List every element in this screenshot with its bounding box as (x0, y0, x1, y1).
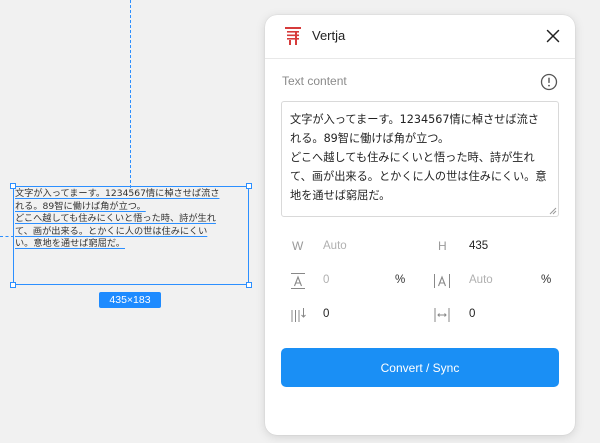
frame-text-line: 文字が入ってまーす。1234567情に棹させば流さ (15, 188, 220, 199)
vertical-guide-line (130, 0, 131, 188)
resize-handle-bottom-right[interactable] (246, 282, 252, 288)
width-label: W (292, 239, 304, 253)
indent-input[interactable]: 0 (469, 308, 475, 320)
close-icon[interactable] (544, 27, 562, 45)
letter-spacing-input[interactable]: Auto (469, 274, 493, 286)
paragraph-spacing-icon (291, 308, 306, 322)
line-height-icon (291, 273, 305, 289)
text-content-input[interactable]: 文字が入ってまーす。1234567情に棹させば流される。89智に働けば角が立つ。… (281, 101, 559, 217)
frame-text: 文字が入ってまーす。1234567情に棹させば流さ れる。89智に働けば角が立つ… (15, 188, 251, 251)
text-content-label: Text content (282, 74, 347, 88)
frame-text-line: どこへ越しても住みにくいと悟った時、詩が生れ (15, 213, 216, 225)
plugin-panel: Vertja Text content 文字が入ってまーす。1234567情に棹… (265, 15, 575, 435)
vertja-logo-icon (285, 27, 301, 45)
panel-title: Vertja (312, 28, 346, 43)
convert-sync-button[interactable]: Convert / Sync (281, 348, 559, 387)
letter-spacing-unit: % (541, 274, 552, 286)
canvas[interactable]: 文字が入ってまーす。1234567情に棹させば流さ れる。89智に働けば角が立つ… (0, 0, 265, 443)
letter-spacing-icon (434, 274, 450, 288)
paragraph-spacing-input[interactable]: 0 (323, 308, 329, 320)
resize-handle-top-left[interactable] (10, 183, 16, 189)
horizontal-guide-line (0, 236, 14, 237)
info-icon[interactable] (540, 73, 558, 91)
line-height-input[interactable]: 0 (323, 274, 329, 286)
frame-text-line: れる。89智に働けば角が立つ。 (15, 200, 146, 212)
panel-header: Vertja (265, 15, 575, 59)
frame-text-line: い。意地を通せば窮屈だ。 (15, 238, 125, 250)
selected-text-frame[interactable]: 文字が入ってまーす。1234567情に棹させば流さ れる。89智に働けば角が立つ… (10, 183, 252, 288)
line-height-unit: % (395, 274, 406, 286)
frame-text-line: て、画が出来る。とかくに人の世は住みにくい (15, 225, 208, 237)
height-label: H (438, 239, 447, 253)
width-input[interactable]: Auto (323, 240, 347, 252)
resize-handle-bottom-left[interactable] (10, 282, 16, 288)
textarea-resize-grip-icon[interactable] (549, 207, 557, 215)
size-badge: 435×183 (99, 292, 161, 308)
indent-icon (434, 308, 450, 322)
height-input[interactable]: 435 (469, 240, 488, 252)
resize-handle-top-right[interactable] (246, 183, 252, 189)
